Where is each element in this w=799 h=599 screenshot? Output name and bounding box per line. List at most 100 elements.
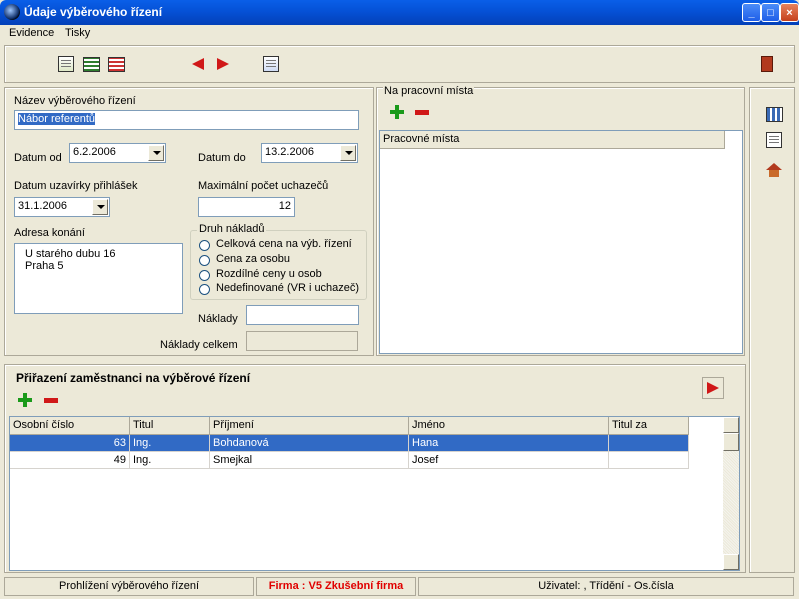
- radio-cena-za-osobu-label: Cena za osobu: [216, 253, 290, 265]
- add-zamestnanec-button[interactable]: [14, 389, 36, 411]
- datum-od-value: 6.2.2006: [73, 146, 116, 158]
- side-calendar-button[interactable]: [763, 103, 785, 125]
- prirazeni-title: Přiřazení zaměstnanci na výběrové řízení: [16, 371, 251, 385]
- previous-record-button[interactable]: [187, 53, 209, 75]
- naklady-input[interactable]: [246, 305, 359, 325]
- assign-arrow-button[interactable]: [702, 377, 724, 399]
- radio-celkova-cena[interactable]: [199, 240, 210, 251]
- adresa-textarea[interactable]: U starého dubu 16 Praha 5: [14, 243, 183, 314]
- adresa-line-1: U starého dubu 16: [25, 248, 116, 260]
- arrow-right-icon: [217, 58, 229, 70]
- search-document-icon: [263, 56, 279, 72]
- naklady-celkem-label: Náklady celkem: [160, 339, 238, 351]
- plus-icon: [18, 393, 32, 407]
- druh-nakladu-group: Druh nákladů Celková cena na výb. řízení…: [190, 223, 367, 300]
- status-bar: Prohlížení výběrového řízení Firma : V5 …: [0, 576, 799, 599]
- cell-titul-za: [609, 452, 689, 469]
- new-record-button[interactable]: [80, 53, 102, 75]
- column-header-jmeno[interactable]: Jméno: [409, 417, 609, 435]
- nazev-label: Název výběrového řízení: [14, 95, 136, 107]
- radio-nedefinovane-label: Nedefinované (VR i uchazeč): [216, 282, 360, 294]
- radio-rozdilne-ceny[interactable]: [199, 270, 210, 281]
- close-button[interactable]: ×: [780, 3, 799, 22]
- minus-icon: [44, 397, 58, 403]
- datum-od-label: Datum od: [14, 152, 62, 164]
- datum-do-value: 13.2.2006: [265, 146, 314, 158]
- column-header-titul-za[interactable]: Titul za: [609, 417, 689, 435]
- calendar-icon: [765, 106, 783, 122]
- document-icon: [766, 132, 782, 148]
- radio-rozdilne-ceny-label: Rozdílné ceny u osob: [216, 268, 322, 280]
- datum-uzaverky-value: 31.1.2006: [18, 200, 67, 212]
- app-globe-icon: [4, 4, 20, 20]
- scroll-thumb[interactable]: [723, 433, 739, 451]
- cell-jmeno: Hana: [409, 435, 609, 452]
- remove-pracovni-misto-button[interactable]: [411, 101, 433, 123]
- max-pocet-label: Maximální počet uchazečů: [198, 180, 329, 192]
- column-header-titul[interactable]: Titul: [130, 417, 210, 435]
- datum-do-combo[interactable]: 13.2.2006: [261, 143, 358, 163]
- minimize-button[interactable]: _: [742, 3, 761, 22]
- nazev-value: Nábor referentů: [18, 113, 96, 125]
- datum-uzaverky-label: Datum uzavírky přihlášek: [14, 180, 138, 192]
- arrow-right-icon: [707, 382, 719, 394]
- cell-osobni-cislo: 63: [10, 435, 130, 452]
- exit-button[interactable]: [756, 53, 778, 75]
- menu-bar: Evidence Tisky: [0, 25, 799, 43]
- next-record-button[interactable]: [212, 53, 234, 75]
- home-icon: [766, 162, 782, 177]
- delete-record-button[interactable]: [105, 53, 127, 75]
- plus-icon: [390, 105, 404, 119]
- dropdown-arrow-icon[interactable]: [92, 199, 108, 215]
- pracovni-mista-list[interactable]: Pracovné místa: [379, 130, 743, 354]
- edit-document-icon: [58, 56, 74, 72]
- pracovni-mista-label: Na pracovní místa: [383, 85, 475, 97]
- search-button[interactable]: [260, 53, 282, 75]
- radio-cena-za-osobu[interactable]: [199, 255, 210, 266]
- scroll-up-arrow-icon[interactable]: [723, 417, 739, 433]
- remove-zamestnanec-button[interactable]: [40, 389, 62, 411]
- zamestnanci-grid[interactable]: Osobní číslo Titul Příjmení Jméno Titul …: [9, 416, 740, 571]
- naklady-celkem-input: [246, 331, 358, 351]
- edit-record-button[interactable]: [55, 53, 77, 75]
- minus-icon: [415, 109, 429, 115]
- scroll-down-arrow-icon[interactable]: [723, 554, 739, 570]
- adresa-line-2: Praha 5: [25, 260, 64, 272]
- datum-uzaverky-combo[interactable]: 31.1.2006: [14, 197, 110, 217]
- toolbar: [4, 45, 795, 83]
- title-bar[interactable]: Údaje výběrového řízení _ □ ×: [0, 0, 799, 25]
- adresa-label: Adresa konání: [14, 227, 85, 239]
- pracovni-mista-column-header[interactable]: Pracovné místa: [380, 131, 725, 149]
- column-header-osobni-cislo[interactable]: Osobní číslo: [10, 417, 130, 435]
- side-home-button[interactable]: [763, 155, 785, 177]
- dropdown-arrow-icon[interactable]: [148, 145, 164, 161]
- nazev-input[interactable]: Nábor referentů: [14, 110, 359, 130]
- cell-titul: Ing.: [130, 452, 210, 469]
- status-firma: Firma : V5 Zkušební firma: [256, 577, 416, 596]
- window-title: Údaje výběrového řízení: [24, 5, 163, 19]
- cell-jmeno: Josef: [409, 452, 609, 469]
- cell-titul: Ing.: [130, 435, 210, 452]
- cell-osobni-cislo: 49: [10, 452, 130, 469]
- menu-tisky[interactable]: Tisky: [65, 27, 90, 39]
- naklady-label: Náklady: [198, 313, 238, 325]
- druh-nakladu-label: Druh nákladů: [197, 223, 267, 235]
- exit-door-icon: [761, 56, 773, 72]
- grid-delete-icon: [107, 56, 125, 72]
- status-uzivatel: Uživatel: , Třídění - Os.čísla: [418, 577, 794, 596]
- vertical-scrollbar[interactable]: [723, 417, 739, 570]
- side-document-button[interactable]: [763, 129, 785, 151]
- status-mode: Prohlížení výběrového řízení: [4, 577, 254, 596]
- datum-do-label: Datum do: [198, 152, 246, 164]
- cell-titul-za: [609, 435, 689, 452]
- dropdown-arrow-icon[interactable]: [340, 145, 356, 161]
- column-header-prijmeni[interactable]: Příjmení: [210, 417, 409, 435]
- maximize-button[interactable]: □: [761, 3, 780, 22]
- arrow-left-icon: [192, 58, 204, 70]
- radio-celkova-cena-label: Celková cena na výb. řízení: [216, 238, 352, 250]
- datum-od-combo[interactable]: 6.2.2006: [69, 143, 166, 163]
- menu-evidence[interactable]: Evidence: [9, 27, 54, 39]
- add-pracovni-misto-button[interactable]: [386, 101, 408, 123]
- max-pocet-input[interactable]: 12: [198, 197, 295, 217]
- radio-nedefinovane[interactable]: [199, 284, 210, 295]
